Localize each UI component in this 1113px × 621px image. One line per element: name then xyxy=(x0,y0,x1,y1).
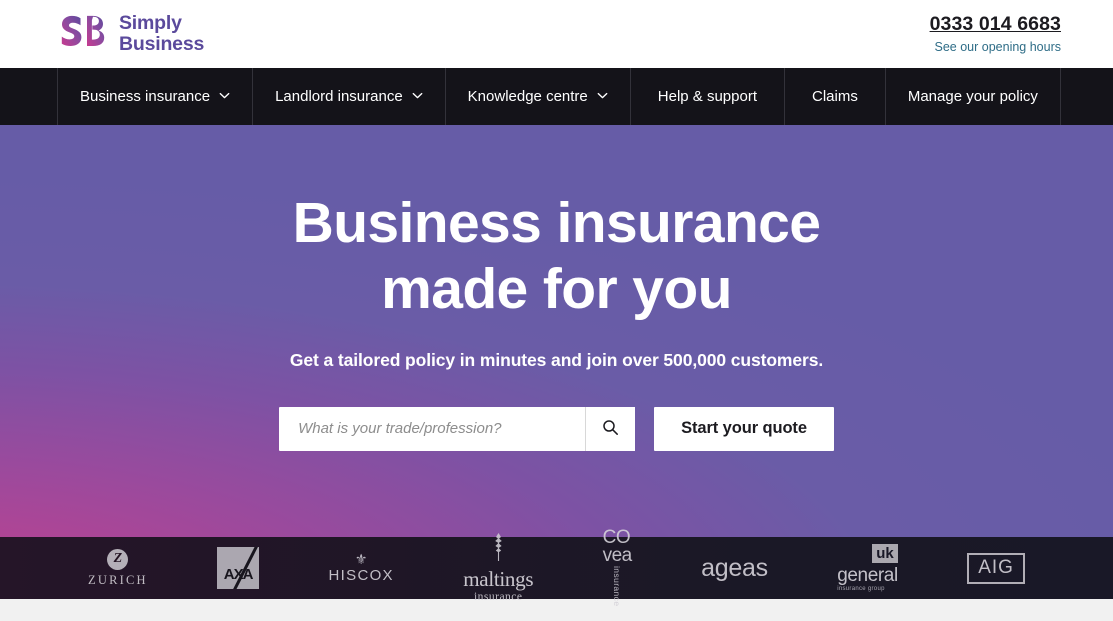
header-bar: Simply Business 0333 014 6683 See our op… xyxy=(0,0,1113,68)
hero-banner: Business insurance made for you Get a ta… xyxy=(0,125,1113,537)
nav-item-knowledge-centre[interactable]: Knowledge centre xyxy=(444,68,630,125)
chevron-down-icon xyxy=(219,90,230,101)
brand-name-line2: Business xyxy=(119,33,205,55)
hero-heading-line1: Business insurance xyxy=(292,191,821,255)
nav-item-business-insurance[interactable]: Business insurance xyxy=(57,68,252,125)
search-icon xyxy=(602,419,619,439)
hiscox-wordmark: HISCOX xyxy=(328,567,394,584)
main-navigation: Business insurance Landlord insurance Kn… xyxy=(0,68,1113,125)
page-title: Business insurance made for you xyxy=(293,191,821,323)
nav-item-help-support[interactable]: Help & support xyxy=(629,68,784,125)
nav-label: Business insurance xyxy=(80,88,211,105)
nav-label: Knowledge centre xyxy=(467,88,588,105)
uk-general-sub-wordmark: insurance group xyxy=(837,586,885,592)
uk-badge-icon: uk xyxy=(872,544,898,563)
aig-wordmark: AIG xyxy=(967,552,1025,584)
axa-wordmark: AXA xyxy=(223,566,254,583)
phone-number[interactable]: 0333 014 6683 xyxy=(930,13,1061,36)
contact-block: 0333 014 6683 See our opening hours xyxy=(930,13,1061,54)
start-your-quote-button[interactable]: Start your quote xyxy=(654,406,834,451)
ageas-wordmark: ageas xyxy=(701,553,768,582)
maltings-wordmark: maltings xyxy=(463,566,534,591)
axa-square-icon: AXA xyxy=(217,547,260,589)
opening-hours-link[interactable]: See our opening hours xyxy=(930,40,1061,55)
search-submit-button[interactable] xyxy=(585,406,636,451)
partner-logo-ageas[interactable]: ageas xyxy=(701,554,768,583)
partner-logo-covea[interactable]: CO vea insurance xyxy=(602,528,633,607)
brand-logo-link[interactable]: Simply Business xyxy=(60,11,204,58)
partner-logo-hiscox[interactable]: ⚜ HISCOX xyxy=(329,552,394,584)
nav-label: Manage your policy xyxy=(907,88,1038,105)
uk-general-wordmark: general xyxy=(837,565,898,586)
nav-label: Claims xyxy=(812,88,858,105)
partner-logo-aig[interactable]: AIG xyxy=(967,552,1025,584)
brand-name-line1: Simply xyxy=(119,11,182,34)
trade-search-box xyxy=(279,406,636,451)
partner-logo-strip: Z ZURICH AXA ⚜ HISCOX maltings insurance xyxy=(0,528,1113,607)
partner-logo-maltings[interactable]: maltings insurance xyxy=(463,532,534,605)
nav-item-claims[interactable]: Claims xyxy=(784,68,885,125)
hero-subheading: Get a tailored policy in minutes and joi… xyxy=(289,349,824,370)
page-content-below-fold xyxy=(0,599,1113,621)
nav-label: Help & support xyxy=(657,88,757,105)
fleur-de-lis-icon: ⚜ xyxy=(354,551,368,567)
wheat-stalk-icon xyxy=(493,532,504,566)
maltings-sub-wordmark: insurance xyxy=(473,590,523,603)
chevron-down-icon xyxy=(412,90,423,101)
hero-heading-line2: made for you xyxy=(381,256,732,321)
nav-label: Landlord insurance xyxy=(275,88,403,105)
nav-item-landlord-insurance[interactable]: Landlord insurance xyxy=(252,68,445,125)
nav-item-manage-your-policy[interactable]: Manage your policy xyxy=(884,68,1061,125)
covea-vertical-label: insurance xyxy=(612,566,623,607)
partner-logo-uk-general[interactable]: uk general insurance group xyxy=(837,544,898,592)
covea-wordmark-bottom: vea xyxy=(602,544,633,566)
partner-logo-zurich[interactable]: Z ZURICH xyxy=(88,548,148,588)
search-input[interactable] xyxy=(279,406,586,451)
chevron-down-icon xyxy=(597,90,608,101)
zurich-circle-icon: Z xyxy=(107,548,129,570)
quote-search-row: Start your quote xyxy=(279,406,834,451)
zurich-wordmark: ZURICH xyxy=(88,572,148,587)
partner-logo-axa[interactable]: AXA xyxy=(217,547,260,589)
simply-business-sb-icon xyxy=(60,11,110,58)
